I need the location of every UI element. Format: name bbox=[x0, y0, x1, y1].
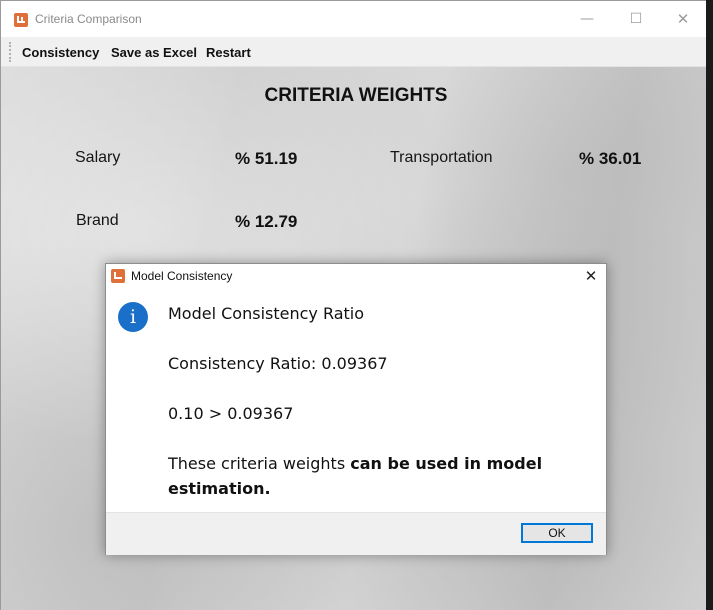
dialog-footer: OK bbox=[106, 512, 606, 555]
criterion-label-brand: Brand bbox=[76, 212, 119, 229]
window-title: Criteria Comparison bbox=[35, 12, 142, 26]
close-button[interactable]: ✕ bbox=[660, 1, 706, 37]
menu-grip-handle bbox=[9, 42, 13, 62]
dialog-title: Model Consistency bbox=[131, 269, 233, 283]
ok-button[interactable]: OK bbox=[521, 523, 593, 543]
dialog-message-title: Model Consistency Ratio bbox=[168, 304, 365, 323]
dialog-conclusion: These criteria weights can be used in mo… bbox=[168, 451, 588, 501]
criterion-value-salary: % 51.19 bbox=[235, 149, 298, 168]
dialog-consistency-ratio: Consistency Ratio: 0.09367 bbox=[168, 354, 388, 373]
criterion-value-transportation: % 36.01 bbox=[579, 149, 642, 168]
menu-save-as-excel[interactable]: Save as Excel bbox=[111, 45, 197, 60]
minimize-button[interactable]: — bbox=[564, 1, 610, 37]
title-bar[interactable]: Criteria Comparison — ☐ ✕ bbox=[1, 1, 706, 37]
consistency-dialog: Model Consistency ✕ i Model Consistency … bbox=[105, 263, 607, 555]
dialog-title-bar[interactable]: Model Consistency ✕ bbox=[106, 264, 606, 288]
dialog-close-button[interactable]: ✕ bbox=[578, 264, 604, 288]
maximize-button[interactable]: ☐ bbox=[613, 1, 659, 37]
menu-restart[interactable]: Restart bbox=[206, 45, 251, 60]
criterion-value-brand: % 12.79 bbox=[235, 212, 298, 231]
criterion-label-salary: Salary bbox=[75, 149, 121, 166]
app-chart-icon bbox=[14, 13, 28, 27]
dialog-app-icon bbox=[111, 269, 125, 283]
page-title: CRITERIA WEIGHTS bbox=[264, 85, 448, 106]
dialog-conclusion-prefix: These criteria weights bbox=[168, 454, 351, 473]
menu-consistency[interactable]: Consistency bbox=[22, 45, 99, 60]
criterion-label-transportation: Transportation bbox=[390, 149, 493, 166]
menu-bar bbox=[1, 37, 706, 67]
info-icon: i bbox=[118, 302, 148, 332]
dialog-threshold-comparison: 0.10 > 0.09367 bbox=[168, 404, 294, 423]
